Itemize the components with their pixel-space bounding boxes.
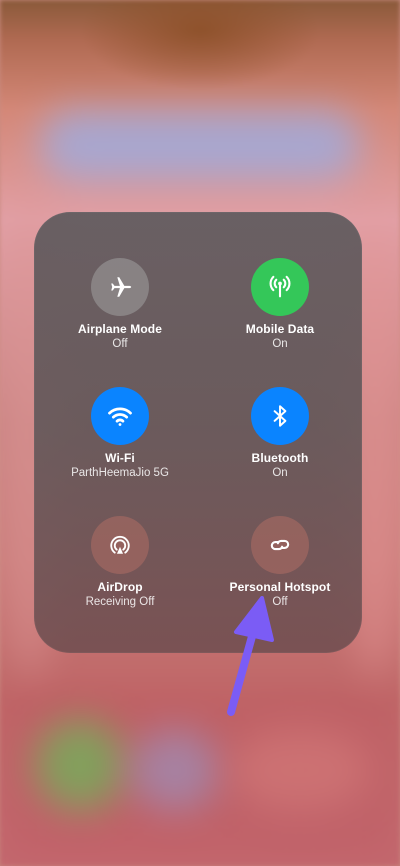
personal-hotspot-status: Off	[272, 596, 288, 608]
bluetooth-icon	[273, 405, 287, 427]
mobile-data-status: On	[272, 338, 288, 350]
mobile-data-label: Mobile Data	[245, 322, 315, 336]
airplane-icon	[111, 277, 132, 297]
bluetooth-label: Bluetooth	[251, 451, 309, 465]
wifi-network-name: ParthHeemaJio 5G	[71, 467, 169, 479]
hotspot-link-icon	[270, 539, 290, 551]
wifi-icon	[108, 407, 132, 426]
airdrop-button[interactable]	[91, 516, 149, 574]
bluetooth-tile[interactable]: Bluetooth On	[200, 387, 360, 481]
airplane-mode-button[interactable]	[91, 258, 149, 316]
personal-hotspot-label: Personal Hotspot	[229, 580, 331, 594]
airdrop-tile[interactable]: AirDrop Receiving Off	[40, 516, 200, 610]
wifi-label: Wi-Fi	[105, 451, 135, 465]
airplane-mode-label: Airplane Mode	[78, 322, 162, 336]
airplane-mode-status: Off	[112, 338, 128, 350]
airdrop-status: Receiving Off	[85, 596, 155, 608]
personal-hotspot-button[interactable]	[251, 516, 309, 574]
bluetooth-button[interactable]	[251, 387, 309, 445]
bluetooth-status: On	[272, 467, 288, 479]
wifi-button[interactable]	[91, 387, 149, 445]
mobile-data-button[interactable]	[251, 258, 309, 316]
wifi-tile[interactable]: Wi-Fi ParthHeemaJio 5G	[40, 387, 200, 481]
personal-hotspot-tile[interactable]: Personal Hotspot Off	[200, 516, 360, 610]
airdrop-icon	[110, 535, 130, 554]
airdrop-label: AirDrop	[97, 580, 143, 594]
mobile-data-tile[interactable]: Mobile Data On	[200, 258, 360, 352]
antenna-icon	[269, 275, 291, 298]
airplane-mode-tile[interactable]: Airplane Mode Off	[40, 258, 200, 352]
